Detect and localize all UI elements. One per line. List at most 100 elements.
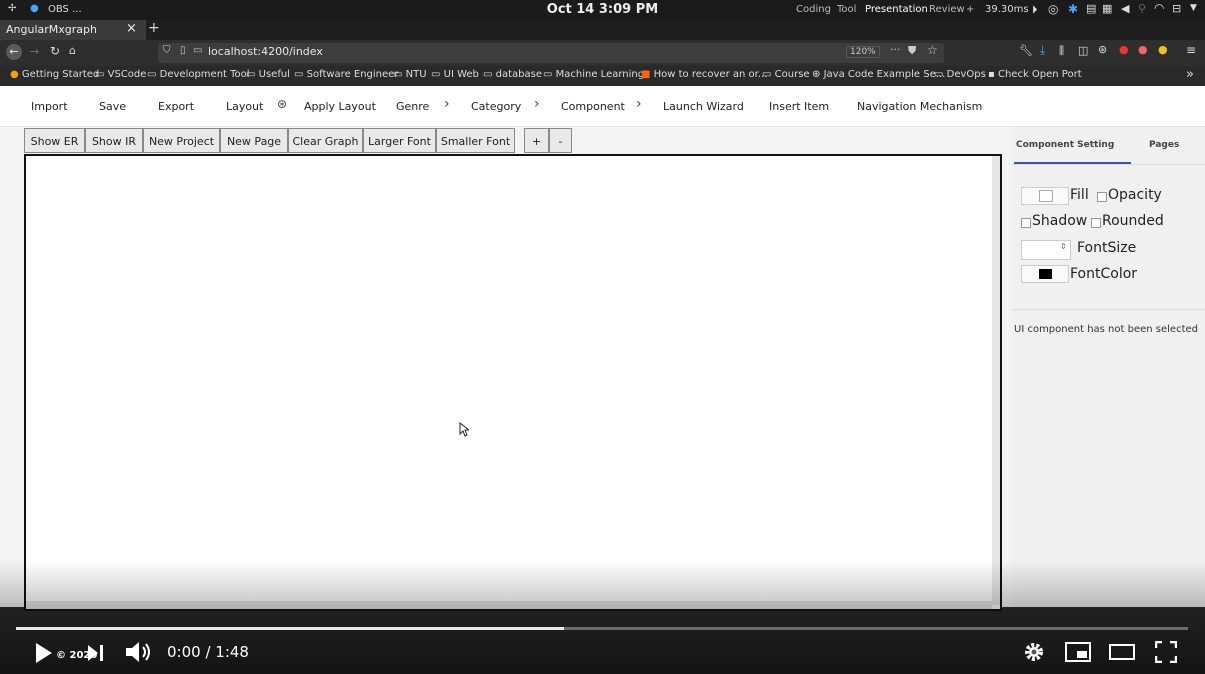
menu-navigation-mechanism[interactable]: Navigation Mechanism: [857, 100, 982, 113]
video-progress-bar[interactable]: [16, 627, 1188, 630]
volume-icon[interactable]: [125, 640, 153, 664]
menu-genre[interactable]: Genre: [396, 100, 429, 113]
menu-export[interactable]: Export: [158, 100, 194, 113]
workspace-review[interactable]: Review: [929, 4, 965, 15]
clear-graph-button[interactable]: Clear Graph: [288, 128, 363, 153]
clipboard-icon[interactable]: ▤: [1086, 2, 1096, 15]
keyboard-icon[interactable]: ▦: [1102, 2, 1112, 15]
play-indicator-icon[interactable]: ⏵: [1032, 3, 1038, 17]
page-info-icon[interactable]: ▯: [180, 45, 186, 56]
bookmark-item[interactable]: ▭ NTU: [393, 69, 427, 80]
menu-import[interactable]: Import: [31, 100, 68, 113]
bluetooth-icon[interactable]: ✱: [1068, 2, 1078, 16]
library-icon[interactable]: ⫼: [1059, 44, 1064, 58]
hamburger-menu-icon[interactable]: ≡: [1186, 43, 1196, 57]
workspace-coding[interactable]: Coding: [796, 4, 831, 15]
show-ir-button[interactable]: Show IR: [85, 128, 143, 153]
menu-launch-wizard[interactable]: Launch Wizard: [663, 100, 744, 113]
forward-arrow-icon[interactable]: →: [30, 45, 39, 58]
shield-icon[interactable]: ⛉: [163, 45, 171, 56]
bookmark-item[interactable]: ▭ Software Engineer: [294, 69, 398, 80]
larger-font-button[interactable]: Larger Font: [363, 128, 436, 153]
fontcolor-picker[interactable]: [1021, 265, 1069, 283]
new-page-button[interactable]: New Page: [220, 128, 288, 153]
new-tab-button[interactable]: +: [148, 20, 160, 36]
system-menu-chevron-icon[interactable]: ▼: [1190, 3, 1197, 13]
menu-layout[interactable]: Layout: [226, 100, 263, 113]
bookmark-item[interactable]: ▭ DevOps: [934, 69, 986, 80]
reload-icon[interactable]: ↻: [50, 44, 60, 58]
permissions-icon[interactable]: ▭: [193, 45, 202, 56]
bookmark-item[interactable]: ⊕ Java Code Example Se...: [812, 69, 945, 80]
folder-icon: ▭: [483, 69, 493, 80]
extension-yellow-icon[interactable]: ●: [1158, 43, 1168, 56]
menu-category[interactable]: Category: [471, 100, 521, 113]
workspace-tool[interactable]: Tool: [837, 4, 856, 15]
bookmark-item[interactable]: ● Getting Started: [10, 69, 99, 80]
bookmark-item[interactable]: ▭ Machine Learning: [543, 69, 644, 80]
next-track-icon[interactable]: [87, 644, 105, 662]
pin-icon[interactable]: ⚲: [1138, 2, 1146, 15]
smaller-font-button[interactable]: Smaller Font: [436, 128, 515, 153]
folder-icon: ▭: [393, 69, 403, 80]
opacity-checkbox[interactable]: [1097, 192, 1107, 202]
download-icon[interactable]: ⤓: [1040, 43, 1045, 58]
rounded-checkbox[interactable]: [1091, 218, 1101, 228]
latency-readout: 39.30ms: [985, 4, 1029, 15]
bookmark-item[interactable]: ▭ database: [483, 69, 542, 80]
bookmark-item[interactable]: ▭ UI Web: [431, 69, 479, 80]
menu-insert-item[interactable]: Insert Item: [769, 100, 829, 113]
miniplayer-icon[interactable]: [1065, 642, 1091, 662]
add-workspace-button[interactable]: +: [966, 4, 974, 15]
wrench-icon[interactable]: 🔧︎: [1019, 44, 1033, 57]
extension-fox-icon[interactable]: ●: [1138, 43, 1148, 56]
volume-icon[interactable]: ◀: [1121, 2, 1129, 15]
zoom-out-button[interactable]: -: [549, 128, 572, 153]
home-icon[interactable]: ⌂: [69, 44, 76, 57]
workspace-presentation[interactable]: Presentation: [865, 4, 928, 15]
theater-mode-icon[interactable]: [1109, 644, 1135, 660]
zoom-in-button[interactable]: +: [524, 128, 549, 153]
bookmark-item[interactable]: ▭ VSCode: [95, 69, 146, 80]
bookmark-item[interactable]: ▪ Check Open Port: [988, 69, 1082, 80]
page-actions-icon[interactable]: ···: [890, 43, 901, 56]
globe-icon: ⊕: [812, 69, 821, 80]
zoom-level-badge[interactable]: 120%: [846, 46, 880, 58]
bookmark-item[interactable]: ▭ Useful: [246, 69, 290, 80]
vertical-scrollbar[interactable]: [992, 156, 1000, 605]
tab-component-setting[interactable]: Component Setting: [1016, 140, 1114, 150]
bookmark-item[interactable]: ■ How to recover an or...: [641, 69, 767, 80]
fullscreen-icon[interactable]: [1155, 641, 1177, 663]
fontcolor-label: FontColor: [1070, 266, 1138, 282]
sidebar-icon[interactable]: ◫: [1078, 44, 1088, 57]
settings-gear-icon[interactable]: [1023, 641, 1045, 663]
account-icon[interactable]: ⊛: [1098, 43, 1107, 56]
play-icon[interactable]: [34, 642, 54, 664]
browser-tab[interactable]: AngularMxgraph ×: [0, 20, 146, 40]
printer-icon[interactable]: ⊟: [1172, 2, 1181, 15]
menu-save[interactable]: Save: [99, 100, 126, 113]
menu-component[interactable]: Component: [561, 100, 625, 113]
url-text[interactable]: localhost:4200/index: [208, 45, 323, 58]
menu-apply-layout[interactable]: Apply Layout: [304, 100, 376, 113]
fill-color-picker[interactable]: [1021, 187, 1069, 205]
tab-pages[interactable]: Pages: [1149, 140, 1179, 150]
bookmarks-overflow-button[interactable]: »: [1186, 67, 1194, 82]
spinner-arrows-icon[interactable]: ⇕: [1060, 242, 1067, 251]
back-arrow-icon[interactable]: ←: [6, 44, 22, 60]
fill-label: Fill: [1070, 187, 1089, 203]
steam-icon[interactable]: ◎: [1048, 2, 1058, 16]
shadow-checkbox[interactable]: [1021, 218, 1031, 228]
tab-close-button[interactable]: ×: [126, 21, 137, 36]
graph-canvas[interactable]: [24, 154, 1002, 611]
fontsize-input[interactable]: ⇕: [1021, 240, 1071, 260]
show-er-button[interactable]: Show ER: [24, 128, 85, 153]
bookmark-item[interactable]: ▭ Development Tool: [147, 69, 250, 80]
bookmark-item[interactable]: ▭ Course: [762, 69, 810, 80]
new-project-button[interactable]: New Project: [143, 128, 220, 153]
pocket-icon[interactable]: ⛊: [908, 44, 916, 58]
bookmark-star-icon[interactable]: ☆: [927, 43, 938, 57]
extension-red-icon[interactable]: ●: [1119, 43, 1129, 56]
rounded-label: Rounded: [1102, 213, 1164, 229]
wifi-icon[interactable]: ◠: [1154, 1, 1164, 15]
